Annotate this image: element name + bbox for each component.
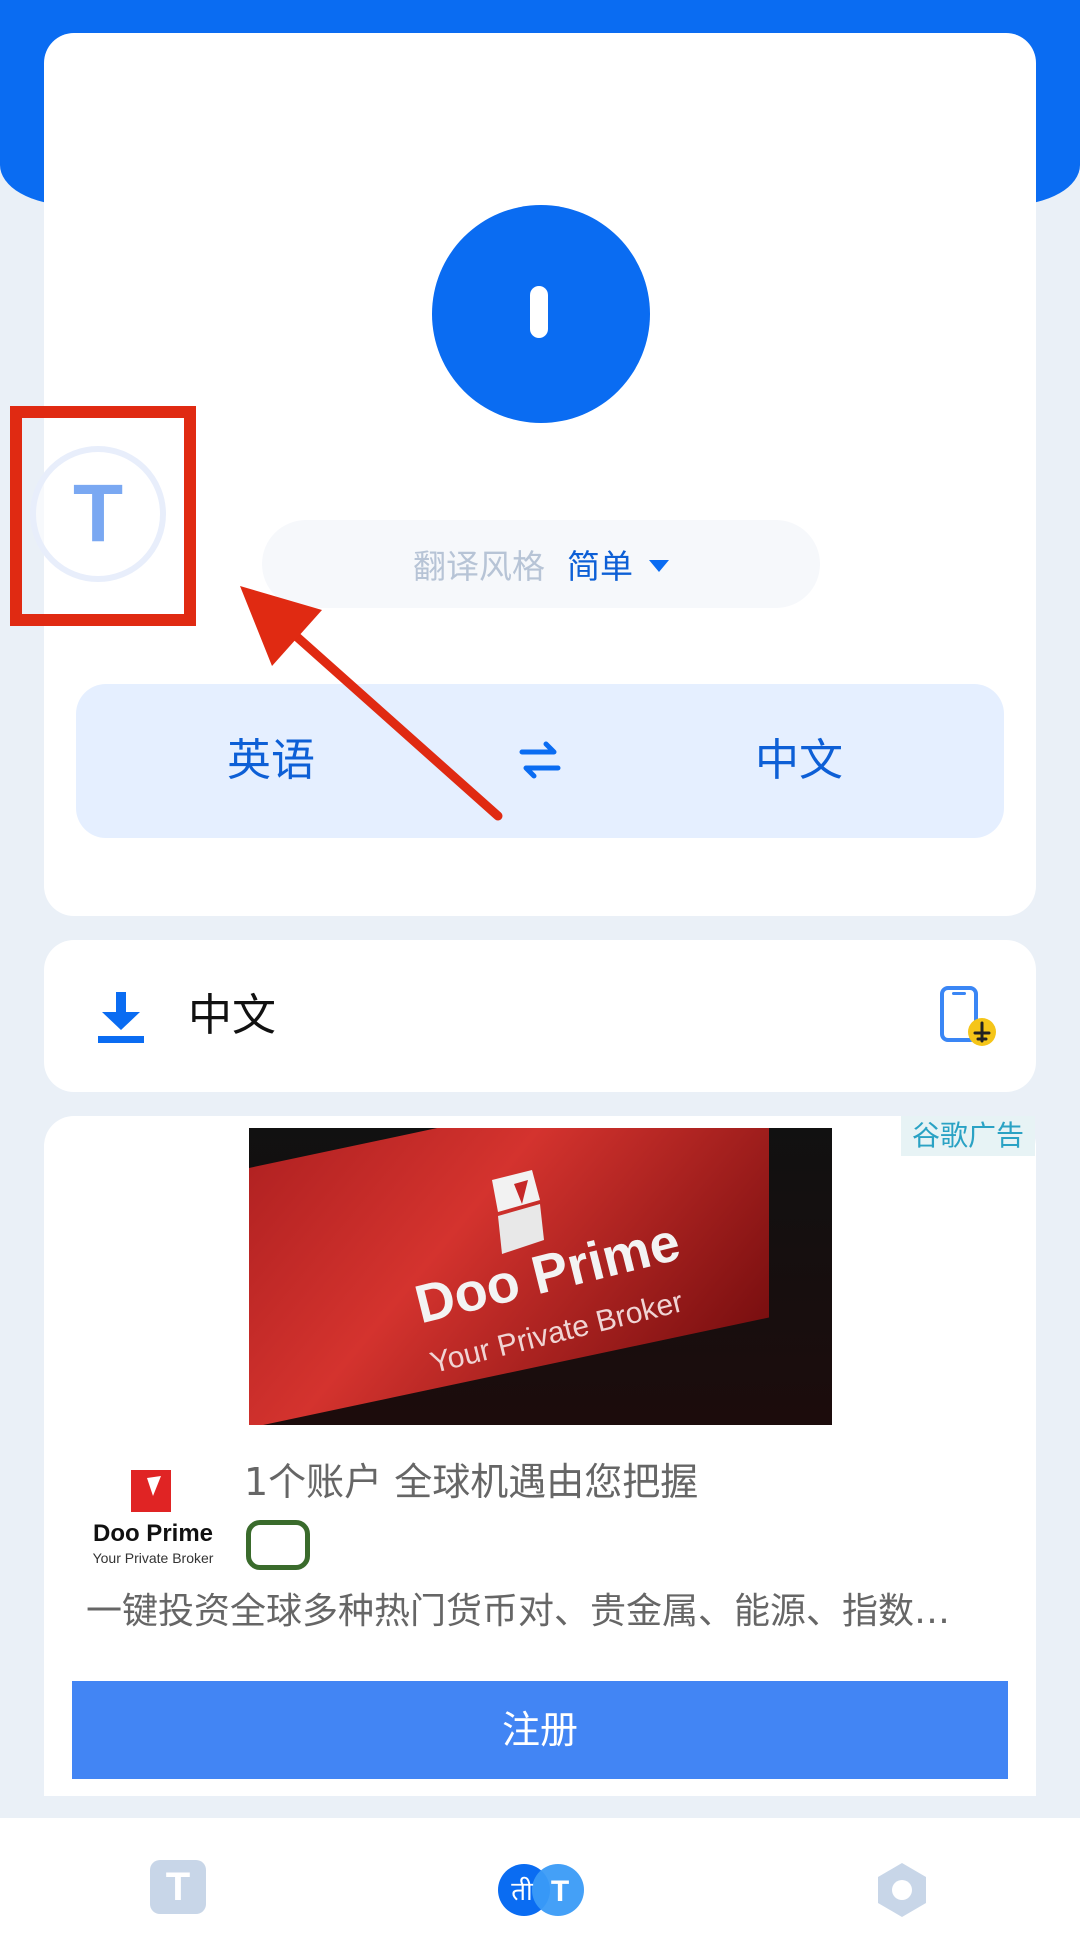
- translation-style-selector[interactable]: 翻译风格 简单: [262, 520, 820, 608]
- download-icon[interactable]: [96, 990, 146, 1044]
- nav-tab-text[interactable]: T: [150, 1860, 210, 1920]
- advertiser-tagline: Your Private Broker: [92, 1550, 214, 1566]
- settings-hexagon-icon: [878, 1863, 926, 1917]
- style-value: 简单: [567, 547, 633, 586]
- ad-register-button[interactable]: 注册: [72, 1681, 1008, 1779]
- style-label: 翻译风格: [413, 547, 545, 586]
- caret-down-icon: [649, 560, 669, 572]
- bottom-nav: T ती T: [0, 1818, 1080, 1952]
- text-t-icon: T: [72, 468, 124, 559]
- floating-text-button[interactable]: T: [30, 446, 166, 582]
- language-selector: 英语 中文: [76, 684, 1004, 838]
- ad-tag: 谷歌广告: [901, 1116, 1035, 1156]
- nav-tab-translate[interactable]: ती T: [496, 1860, 586, 1920]
- doo-prime-logo-icon: [131, 1470, 171, 1512]
- swap-icon[interactable]: [516, 736, 564, 784]
- target-language-button[interactable]: 中文: [684, 684, 914, 838]
- translate-tab-icon: ती T: [498, 1864, 584, 1916]
- phone-airplane-icon[interactable]: [936, 986, 998, 1048]
- ad-image[interactable]: Doo Prime Your Private Broker: [249, 1128, 832, 1425]
- translate-tab-right-glyph: T: [551, 1875, 569, 1908]
- nav-tab-settings[interactable]: [872, 1860, 932, 1920]
- source-language-button[interactable]: 英语: [156, 684, 386, 838]
- mic-icon: [530, 286, 548, 338]
- advertiser-name: Doo Prime: [92, 1520, 214, 1547]
- output-language-label: 中文: [188, 990, 276, 1041]
- advertiser-logo[interactable]: Doo Prime Your Private Broker: [88, 1470, 218, 1570]
- ad-description: 一键投资全球多种热门货币对、贵金属、能源、指数…: [86, 1591, 951, 1632]
- ad-badge: [246, 1520, 310, 1570]
- text-tab-icon: T: [150, 1860, 206, 1914]
- ad-headline[interactable]: 1个账户 全球机遇由您把握: [244, 1456, 698, 1508]
- translate-tab-left-glyph: ती: [511, 1876, 534, 1907]
